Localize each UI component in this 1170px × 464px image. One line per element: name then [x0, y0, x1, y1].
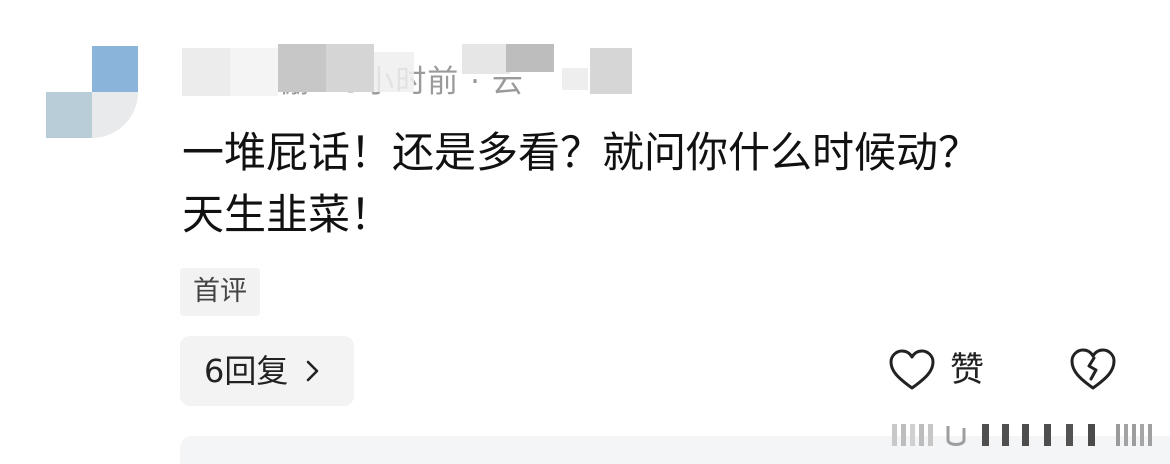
privacy-mosaic — [230, 48, 278, 96]
chevron-right-icon — [307, 360, 319, 382]
privacy-mosaic — [326, 44, 374, 92]
view-replies-button[interactable]: 6回复 — [180, 336, 354, 406]
privacy-mosaic — [506, 44, 554, 72]
privacy-mosaic — [278, 44, 326, 92]
like-label: 赞 — [950, 350, 984, 390]
watermark-logo — [892, 424, 1152, 446]
avatar-mosaic-cell — [92, 46, 138, 92]
avatar[interactable] — [46, 46, 138, 138]
privacy-mosaic — [374, 52, 414, 92]
privacy-mosaic — [590, 48, 632, 94]
heart-outline-icon — [889, 349, 935, 390]
like-button[interactable]: 赞 — [888, 340, 984, 400]
avatar-mosaic-cell — [46, 46, 92, 92]
avatar-mosaic-cell — [46, 92, 92, 138]
comment-body[interactable]: 一堆屁话！还是多看？就问你什么时候动？ 天生韭菜！ — [182, 122, 1142, 246]
replies-label: 6回复 — [204, 352, 289, 390]
first-comment-badge: 首评 — [180, 268, 260, 316]
comment-card: 仁发小棚 · 5小时前 · 云 一堆屁话！还是多看？就问你什么时候动？ 天生韭菜… — [0, 0, 1170, 464]
privacy-mosaic — [562, 68, 588, 90]
privacy-mosaic — [462, 44, 510, 74]
privacy-mosaic — [182, 48, 230, 96]
avatar-mosaic-cell — [92, 92, 138, 138]
broken-heart-icon[interactable] — [1068, 346, 1118, 392]
comment-body-line: 一堆屁话！还是多看？就问你什么时候动？ — [182, 128, 981, 177]
comment-header: 仁发小棚 · 5小时前 · 云 — [182, 44, 652, 98]
comment-body-line: 天生韭菜！ — [182, 190, 393, 239]
